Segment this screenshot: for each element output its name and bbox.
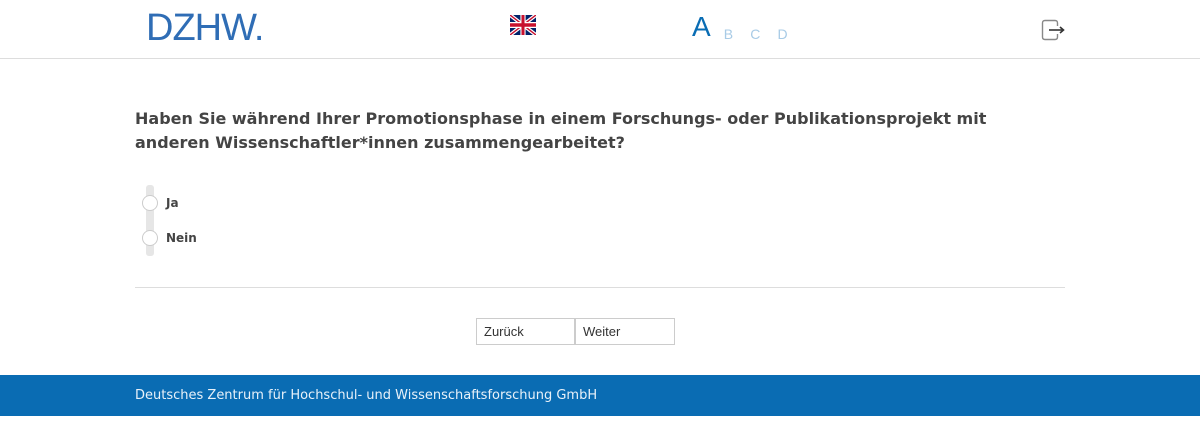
footer-text: Deutsches Zentrum für Hochschul- und Wis… <box>135 388 598 403</box>
lang-b[interactable]: B <box>724 27 733 43</box>
language-switcher: A B C D <box>692 11 800 43</box>
lang-c[interactable]: C <box>750 27 760 43</box>
uk-flag-icon[interactable] <box>510 15 536 35</box>
lang-a[interactable]: A <box>692 11 711 43</box>
logo-text: DZHW <box>146 7 255 49</box>
divider <box>135 287 1065 288</box>
exit-icon[interactable] <box>1041 19 1065 41</box>
option-ja-label[interactable]: Ja <box>166 195 179 211</box>
option-nein-label[interactable]: Nein <box>166 230 197 246</box>
next-button[interactable]: Weiter <box>575 318 675 345</box>
logo-dot: . <box>253 7 265 49</box>
back-button[interactable]: Zurück <box>476 318 575 345</box>
question-text: Haben Sie während Ihrer Promotionsphase … <box>135 109 987 152</box>
radio-nein[interactable] <box>142 230 158 246</box>
radio-ja[interactable] <box>142 195 158 211</box>
footer: Deutsches Zentrum für Hochschul- und Wis… <box>0 375 1200 416</box>
lang-d[interactable]: D <box>777 27 787 43</box>
dzhw-logo[interactable]: DZHW. <box>146 7 265 49</box>
header: DZHW. A B C D <box>0 0 1200 59</box>
